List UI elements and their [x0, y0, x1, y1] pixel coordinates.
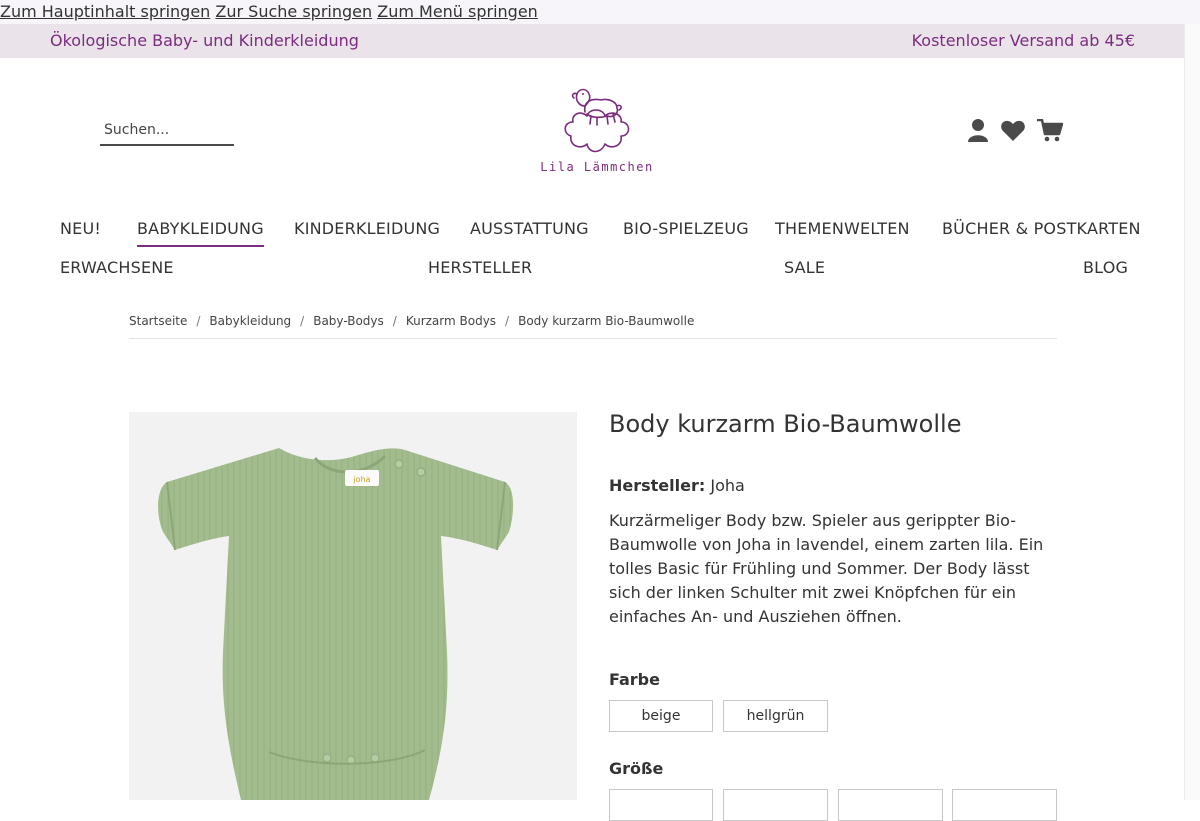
- product-image[interactable]: joha: [129, 412, 577, 800]
- skip-to-search-link[interactable]: Zur Suche springen: [215, 2, 372, 21]
- breadcrumb-kurzarm-bodys[interactable]: Kurzarm Bodys: [406, 314, 496, 328]
- nav-item-neu[interactable]: NEU!: [60, 219, 101, 239]
- logo-text: Lila Lämmchen: [540, 160, 654, 174]
- color-option-beige[interactable]: beige: [609, 700, 713, 732]
- search-input[interactable]: [100, 118, 234, 138]
- manufacturer-link[interactable]: Joha: [710, 476, 744, 495]
- product-title: Body kurzarm Bio-Baumwolle: [609, 410, 962, 438]
- breadcrumb-baby-bodys[interactable]: Baby-Bodys: [313, 314, 384, 328]
- green-body-garment-image: joha: [158, 448, 514, 800]
- skip-to-menu-link[interactable]: Zum Menü springen: [377, 2, 538, 21]
- nav-item-blog[interactable]: BLOG: [1083, 258, 1128, 278]
- promo-bar: Ökologische Baby- und Kinderkleidung Kos…: [0, 24, 1185, 58]
- manufacturer-label: Hersteller:: [609, 476, 706, 495]
- header-actions: [965, 118, 1065, 146]
- nav-item-kinderkleidung[interactable]: KINDERKLEIDUNG: [294, 219, 440, 239]
- product-description: Kurzärmeliger Body bzw. Spieler aus geri…: [609, 511, 1044, 626]
- breadcrumb-separator: /: [392, 314, 397, 328]
- nav-item-bio-spielzeug[interactable]: BIO-SPIELZEUG: [623, 219, 749, 239]
- heart-icon[interactable]: [1001, 120, 1025, 145]
- size-label: Größe: [609, 759, 664, 778]
- cart-icon[interactable]: [1037, 118, 1064, 147]
- scrollbar[interactable]: [1184, 24, 1200, 800]
- color-label: Farbe: [609, 670, 660, 689]
- nav-item-erwachsene[interactable]: ERWACHSENE: [60, 258, 174, 278]
- nav-item-babykleidung[interactable]: BABYKLEIDUNG: [137, 219, 264, 247]
- breadcrumb-startseite[interactable]: Startseite: [129, 314, 187, 328]
- svg-text:joha: joha: [352, 475, 370, 484]
- manufacturer: Hersteller: Joha: [609, 476, 745, 495]
- size-option[interactable]: [723, 789, 828, 821]
- skip-to-main-link[interactable]: Zum Hauptinhalt springen: [0, 2, 210, 21]
- breadcrumb-separator: /: [196, 314, 201, 328]
- size-option[interactable]: [609, 789, 713, 821]
- breadcrumb-separator: /: [505, 314, 510, 328]
- user-icon[interactable]: [967, 118, 989, 146]
- breadcrumb-babykleidung[interactable]: Babykleidung: [209, 314, 291, 328]
- promo-shipping: Kostenloser Versand ab 45€: [911, 31, 1135, 50]
- logo[interactable]: Lila Lämmchen: [540, 84, 654, 184]
- color-option-hellgruen[interactable]: hellgrün: [723, 700, 828, 732]
- breadcrumb-current: Body kurzarm Bio-Baumwolle: [518, 314, 695, 328]
- nav-item-ausstattung[interactable]: AUSSTATTUNG: [470, 219, 589, 239]
- size-option[interactable]: [838, 789, 943, 821]
- nav-item-themenwelten[interactable]: THEMENWELTEN: [775, 219, 910, 239]
- skip-links: Zum Hauptinhalt springen Zur Suche sprin…: [0, 0, 1200, 24]
- breadcrumb: Startseite / Babykleidung / Baby-Bodys / Kurza…: [129, 314, 1057, 339]
- nav-item-buecher-postkarten[interactable]: BÜCHER & POSTKARTEN: [942, 219, 1141, 239]
- nav-item-sale[interactable]: SALE: [784, 258, 825, 278]
- search-box: [100, 118, 234, 146]
- lamb-logo-icon: [564, 88, 630, 153]
- size-option[interactable]: [952, 789, 1057, 821]
- nav-item-hersteller[interactable]: HERSTELLER: [428, 258, 532, 278]
- breadcrumb-separator: /: [300, 314, 305, 328]
- promo-tagline: Ökologische Baby- und Kinderkleidung: [50, 31, 359, 50]
